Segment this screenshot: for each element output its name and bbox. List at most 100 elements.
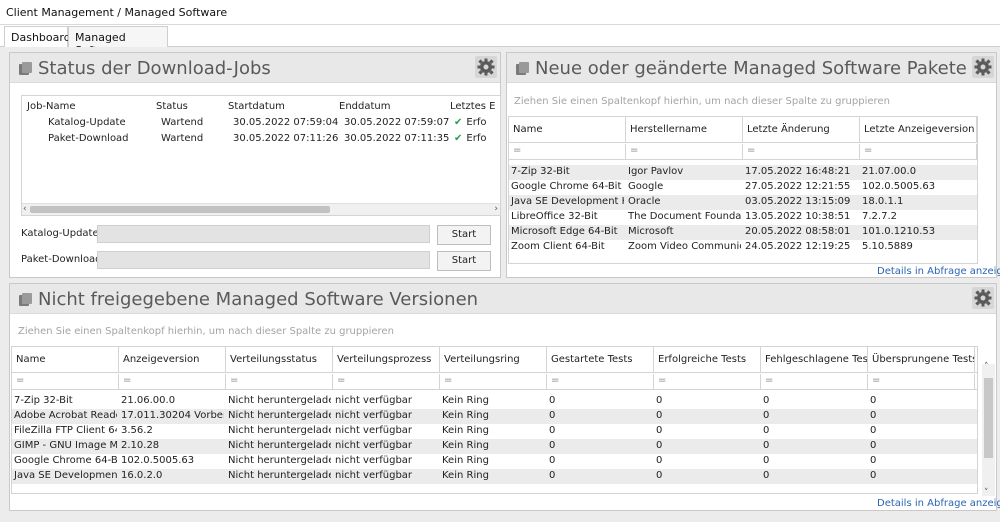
column-header[interactable]: Enddatum [339, 101, 390, 112]
table-row[interactable]: Google Chrome 64-Bit 102.0.5005.63 Nicht h… [12, 454, 977, 469]
column-header[interactable]: Herstellername [626, 117, 743, 143]
filter-cell[interactable]: = [654, 374, 761, 390]
cell-name: 7-Zip 32-Bit [14, 395, 73, 406]
cell-distribution-status: Nicht heruntergeladen [228, 455, 331, 466]
table-row[interactable]: 7-Zip 32-Bit Igor Pavlov 17.05.2022 16:4… [509, 165, 977, 180]
cell-vendor: Igor Pavlov [628, 166, 684, 177]
gear-icon[interactable] [475, 56, 497, 78]
window-titlebar: Client Management / Managed Software [0, 0, 1000, 25]
cell-display-version: 16.0.2.0 [121, 470, 163, 481]
cell-skipped-tests: 0 [870, 440, 877, 451]
cell-display-version: 102.0.5005.63 [121, 455, 195, 466]
cell-distribution-status: Nicht heruntergeladen [228, 440, 331, 451]
cell-started-tests: 0 [549, 410, 556, 421]
cell-name: 7-Zip 32-Bit [511, 166, 570, 177]
panel-header: Neue oder geänderte Managed Software Pak… [507, 53, 996, 83]
table-row[interactable]: Java SE Development Ki... Oracle 03.05.2… [509, 195, 977, 210]
column-header[interactable]: Anzeigeversion [119, 347, 226, 373]
scrollbar-thumb[interactable] [30, 206, 330, 213]
column-header[interactable]: Verteilungsprozess [333, 347, 440, 373]
job-start: 30.05.2022 07:59:04 [233, 117, 339, 128]
cell-vendor: The Document Foundat... [628, 211, 741, 222]
table-row[interactable]: Microsoft Edge 64-Bit Microsoft 20.05.20… [509, 225, 977, 240]
cell-distribution-process: nicht verfügbar [335, 395, 413, 406]
column-header[interactable]: Name [12, 347, 119, 373]
filter-cell[interactable]: = [626, 144, 743, 160]
details-link[interactable]: Details in Abfrage anzeigen [877, 266, 1000, 277]
cell-name: Adobe Acrobat Reade... [14, 410, 117, 421]
cell-successful-tests: 0 [656, 395, 663, 406]
grid-header: Name Herstellername Letzte Änderung Letz… [509, 117, 977, 143]
table-row[interactable]: FileZilla FTP Client 64-Bit 3.56.2 Nicht h… [12, 424, 977, 439]
column-header[interactable]: Verteilungsstatus [226, 347, 333, 373]
filter-cell[interactable]: = [743, 144, 860, 160]
filter-cell[interactable]: = [868, 374, 975, 390]
table-row[interactable]: GIMP - GNU Image Ma... 2.10.28 Nicht herun… [12, 439, 977, 454]
table-row[interactable]: 7-Zip 32-Bit 21.06.00.0 Nicht heruntergela… [12, 394, 977, 409]
filter-cell[interactable]: = [440, 374, 547, 390]
panel-title: Neue oder geänderte Managed Software Pak… [535, 58, 970, 79]
cell-distribution-ring: Kein Ring [442, 425, 489, 436]
cell-successful-tests: 0 [656, 455, 663, 466]
table-row[interactable]: Google Chrome 64-Bit Google 27.05.2022 1… [509, 180, 977, 195]
katalog-update-label: Katalog-Update [21, 228, 99, 239]
group-by-hint[interactable]: Ziehen Sie einen Spaltenkopf hierhin, um… [514, 96, 890, 107]
paket-download-start-button[interactable]: Start [437, 251, 491, 271]
filter-cell[interactable]: = [509, 144, 626, 160]
scroll-left-icon[interactable]: ‹ [23, 204, 27, 214]
scroll-down-icon[interactable]: ˅ [984, 488, 989, 498]
filter-cell[interactable]: = [761, 374, 868, 390]
panel-title: Status der Download-Jobs [38, 58, 271, 79]
horizontal-scrollbar[interactable]: ‹ › [22, 203, 500, 215]
cell-distribution-status: Nicht heruntergeladen [228, 425, 331, 436]
checkmark-icon: ✔ [454, 133, 463, 144]
cell-started-tests: 0 [549, 425, 556, 436]
column-header[interactable]: Gestartete Tests [547, 347, 654, 373]
column-header[interactable]: Startdatum [228, 101, 285, 112]
filter-cell[interactable]: = [333, 374, 440, 390]
cell-version: 21.07.00.0 [862, 166, 917, 177]
scrollbar-thumb[interactable] [984, 378, 993, 458]
tab-dashboard[interactable]: Dashboard [4, 26, 71, 48]
group-by-hint[interactable]: Ziehen Sie einen Spaltenkopf hierhin, um… [18, 326, 394, 337]
database-icon [516, 62, 529, 75]
katalog-update-start-button[interactable]: Start [437, 225, 491, 245]
column-header[interactable]: Job-Name [27, 101, 76, 112]
details-link[interactable]: Details in Abfrage anzeigen [877, 498, 1000, 509]
cell-failed-tests: 0 [763, 425, 770, 436]
table-row[interactable]: Adobe Acrobat Reade... 17.011.30204 Vorbe… [12, 409, 977, 424]
cell-started-tests: 0 [549, 395, 556, 406]
katalog-update-progress [97, 225, 430, 243]
filter-cell[interactable]: = [860, 144, 977, 160]
vertical-scrollbar[interactable]: ˄ ˅ [982, 362, 995, 498]
scroll-up-icon[interactable]: ˄ [984, 362, 989, 372]
filter-cell[interactable]: = [547, 374, 654, 390]
tab-managed-software[interactable]: Managed Software [68, 26, 168, 57]
paket-download-progress [97, 251, 430, 269]
column-header[interactable]: Fehlgeschlagene Tests [761, 347, 868, 373]
column-header[interactable]: Letzte Änderung [743, 117, 860, 143]
cell-display-version: 17.011.30204 Vorber... [121, 410, 224, 421]
column-header[interactable]: Name [509, 117, 626, 143]
cell-version: 101.0.1210.53 [862, 226, 936, 237]
cell-distribution-process: nicht verfügbar [335, 440, 413, 451]
job-end: 30.05.2022 07:11:35 [344, 133, 450, 144]
gear-icon[interactable] [972, 287, 994, 309]
column-header[interactable]: Erfolgreiche Tests [654, 347, 761, 373]
table-row[interactable]: Java SE Development... 16.0.2.0 Nicht heru… [12, 469, 977, 484]
column-header[interactable]: Letzte Anzeigeversion [860, 117, 977, 143]
column-header[interactable]: Verteilungsring [440, 347, 547, 373]
column-header[interactable]: Status [156, 101, 188, 112]
filter-cell[interactable]: = [226, 374, 333, 390]
table-row[interactable]: Zoom Client 64-Bit Zoom Video Communic..… [509, 240, 977, 255]
filter-cell[interactable]: = [119, 374, 226, 390]
cell-skipped-tests: 0 [870, 410, 877, 421]
table-row[interactable]: LibreOffice 32-Bit The Document Foundat.… [509, 210, 977, 225]
column-header[interactable]: Letztes E [450, 101, 496, 112]
gear-icon[interactable] [972, 56, 994, 78]
jobs-table: Job-Name Status Startdatum Enddatum Letz… [21, 95, 501, 216]
filter-cell[interactable]: = [12, 374, 119, 390]
scroll-right-icon[interactable]: › [494, 204, 498, 214]
column-header[interactable]: Übersprungene Tests [868, 347, 975, 373]
panel-header: Nicht freigegebene Managed Software Vers… [10, 284, 996, 314]
